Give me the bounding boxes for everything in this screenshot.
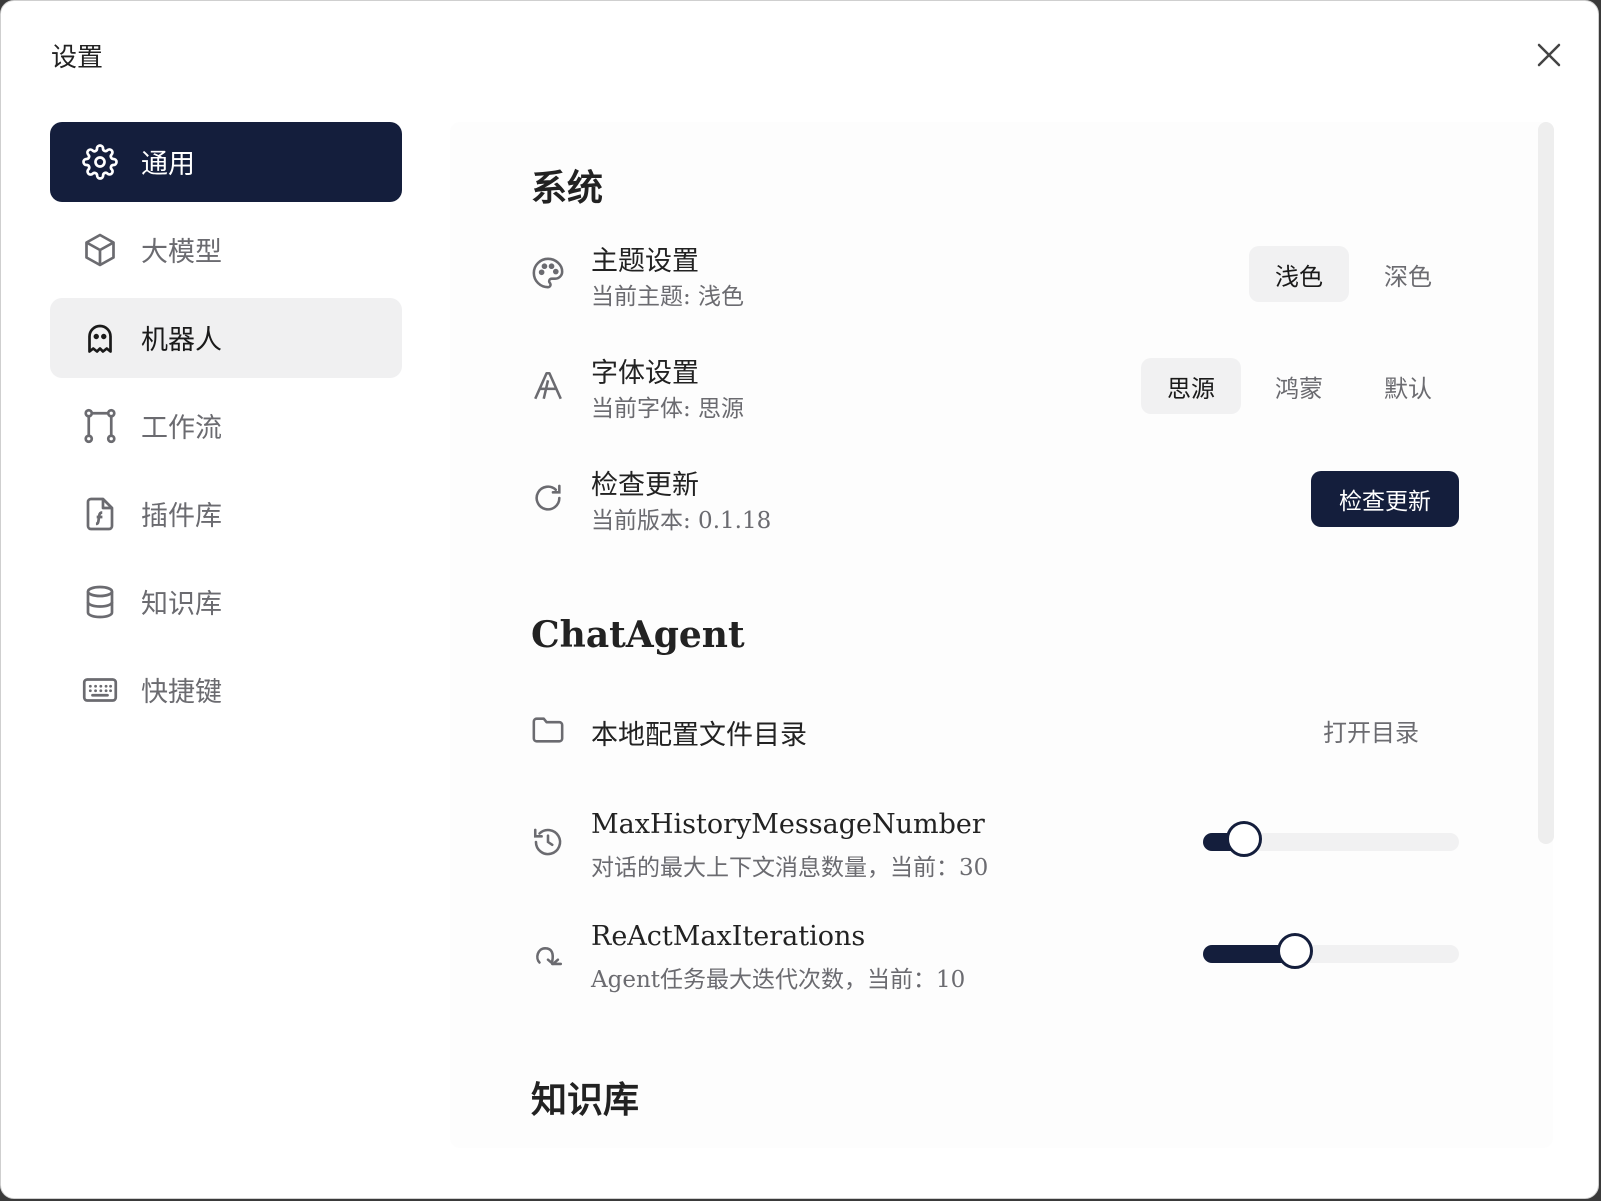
database-icon	[82, 584, 118, 620]
config-dir-title: 本地配置文件目录	[591, 720, 807, 751]
plugin-file-icon	[82, 496, 118, 532]
open-dir-button[interactable]: 打开目录	[1323, 713, 1419, 748]
sidebar-item-llm[interactable]: 大模型	[50, 210, 402, 290]
sidebar-item-label: 工作流	[141, 413, 222, 444]
sidebar-item-label: 机器人	[141, 325, 222, 356]
theme-setting-title: 主题设置	[591, 246, 699, 277]
font-option-default[interactable]: 默认	[1358, 358, 1458, 414]
sidebar-item-label: 大模型	[141, 237, 222, 268]
theme-setting-subtitle: 当前主题: 浅色	[591, 284, 745, 310]
redo-arrow-icon	[531, 937, 565, 971]
font-setting-title: 字体设置	[591, 358, 699, 389]
font-icon	[531, 369, 565, 403]
sidebar-item-label: 通用	[141, 149, 195, 180]
scrollbar[interactable]	[1538, 122, 1554, 844]
sidebar-item-robot[interactable]: 机器人	[50, 298, 402, 378]
sidebar-item-knowledge[interactable]: 知识库	[50, 562, 402, 642]
sidebar-item-general[interactable]: 通用	[50, 122, 402, 202]
keyboard-icon	[82, 672, 118, 708]
dialog-title: 设置	[51, 43, 104, 73]
react-max-subtitle: Agent任务最大迭代次数，当前：10	[591, 967, 966, 993]
sidebar-item-label: 快捷键	[141, 677, 222, 708]
slider-thumb[interactable]	[1225, 821, 1262, 857]
react-max-title: ReActMaxIterations	[591, 921, 866, 952]
slider-thumb[interactable]	[1277, 933, 1314, 969]
history-icon	[531, 825, 565, 859]
section-title-knowledge: 知识库	[531, 1079, 640, 1121]
update-setting-subtitle: 当前版本: 0.1.18	[591, 508, 772, 534]
cube-icon	[82, 232, 118, 268]
max-history-subtitle: 对话的最大上下文消息数量，当前：30	[591, 855, 989, 881]
sidebar-item-shortcuts[interactable]: 快捷键	[50, 650, 402, 730]
palette-icon	[531, 256, 565, 290]
update-setting-title: 检查更新	[591, 470, 699, 501]
gear-icon	[82, 144, 118, 180]
theme-option-dark[interactable]: 深色	[1358, 246, 1458, 302]
refresh-icon	[531, 481, 565, 515]
folder-icon	[531, 713, 565, 747]
sidebar-item-plugins[interactable]: 插件库	[50, 474, 402, 554]
font-option-siyuan[interactable]: 思源	[1141, 358, 1241, 414]
max-history-title: MaxHistoryMessageNumber	[591, 809, 985, 840]
ghost-icon	[82, 320, 118, 356]
sidebar-item-label: 知识库	[141, 589, 222, 620]
font-setting-subtitle: 当前字体: 思源	[591, 396, 745, 422]
sidebar-item-label: 插件库	[141, 501, 222, 532]
close-icon[interactable]	[1531, 37, 1567, 73]
sidebar-item-workflow[interactable]: 工作流	[50, 386, 402, 466]
settings-dialog: 设置 通用 大模型 机器人 工作流 插件库 知识库 快捷键 系统 主题设置 当前…	[0, 0, 1599, 1199]
max-history-slider[interactable]	[1203, 821, 1459, 857]
workflow-icon	[82, 408, 118, 444]
section-title-chatagent: ChatAgent	[531, 614, 745, 656]
react-max-slider[interactable]	[1203, 933, 1459, 969]
section-title-system: 系统	[531, 167, 604, 209]
check-update-button[interactable]: 检查更新	[1311, 471, 1459, 527]
theme-option-light[interactable]: 浅色	[1249, 246, 1349, 302]
font-option-hongmeng[interactable]: 鸿蒙	[1249, 358, 1349, 414]
sidebar: 通用 大模型 机器人 工作流 插件库 知识库 快捷键	[50, 122, 402, 738]
